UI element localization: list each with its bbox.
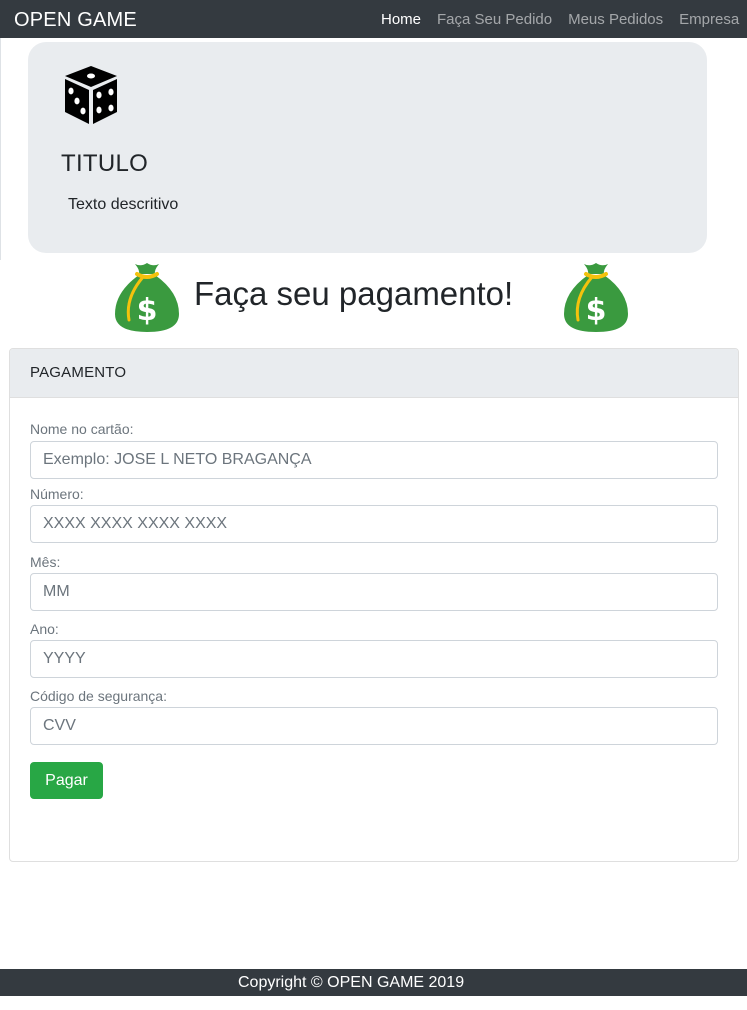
nav-link-faca-seu-pedido[interactable]: Faça Seu Pedido — [437, 11, 552, 29]
hero-description: Texto descritivo — [68, 196, 179, 213]
card-header: PAGAMENTO — [10, 349, 738, 398]
svg-text:$: $ — [586, 293, 607, 328]
money-bag-icon: $ — [115, 263, 179, 332]
year-input[interactable] — [30, 640, 718, 678]
hero-jumbotron: TITULO Texto descritivo — [28, 42, 707, 253]
nav-link-meus-pedidos[interactable]: Meus Pedidos — [568, 11, 663, 29]
navbar: OPEN GAME Home Faça Seu Pedido Meus Pedi… — [0, 0, 747, 38]
year-label: Ano: — [30, 621, 59, 637]
card-name-label: Nome no cartão: — [30, 421, 134, 437]
card-number-input[interactable] — [30, 505, 718, 543]
nav-links: Home Faça Seu Pedido Meus Pedidos Empres… — [381, 11, 747, 29]
dice-icon — [65, 66, 117, 124]
month-input[interactable] — [30, 573, 718, 611]
footer-copyright: Copyright © OPEN GAME 2019 — [238, 974, 465, 991]
card-number-label: Número: — [30, 486, 84, 502]
svg-text:$: $ — [137, 293, 158, 328]
cvv-input[interactable] — [30, 707, 718, 745]
money-bag-icon: $ — [564, 263, 628, 332]
payment-heading: $ Faça seu pagamento! $ — [0, 258, 747, 336]
hero-title: TITULO — [61, 150, 149, 177]
nav-link-empresa[interactable]: Empresa — [679, 11, 739, 29]
month-label: Mês: — [30, 554, 61, 570]
pay-button[interactable]: Pagar — [30, 762, 103, 799]
card-header-title: PAGAMENTO — [30, 364, 127, 381]
payment-card: PAGAMENTO Nome no cartão: Número: Mês: A… — [9, 348, 739, 862]
divider — [0, 38, 1, 260]
card-name-input[interactable] — [30, 441, 718, 479]
footer: Copyright © OPEN GAME 2019 — [0, 969, 747, 996]
payment-title: Faça seu pagamento! — [194, 275, 514, 312]
cvv-label: Código de segurança: — [30, 688, 167, 704]
brand-logo[interactable]: OPEN GAME — [14, 8, 137, 32]
nav-link-home[interactable]: Home — [381, 11, 421, 29]
